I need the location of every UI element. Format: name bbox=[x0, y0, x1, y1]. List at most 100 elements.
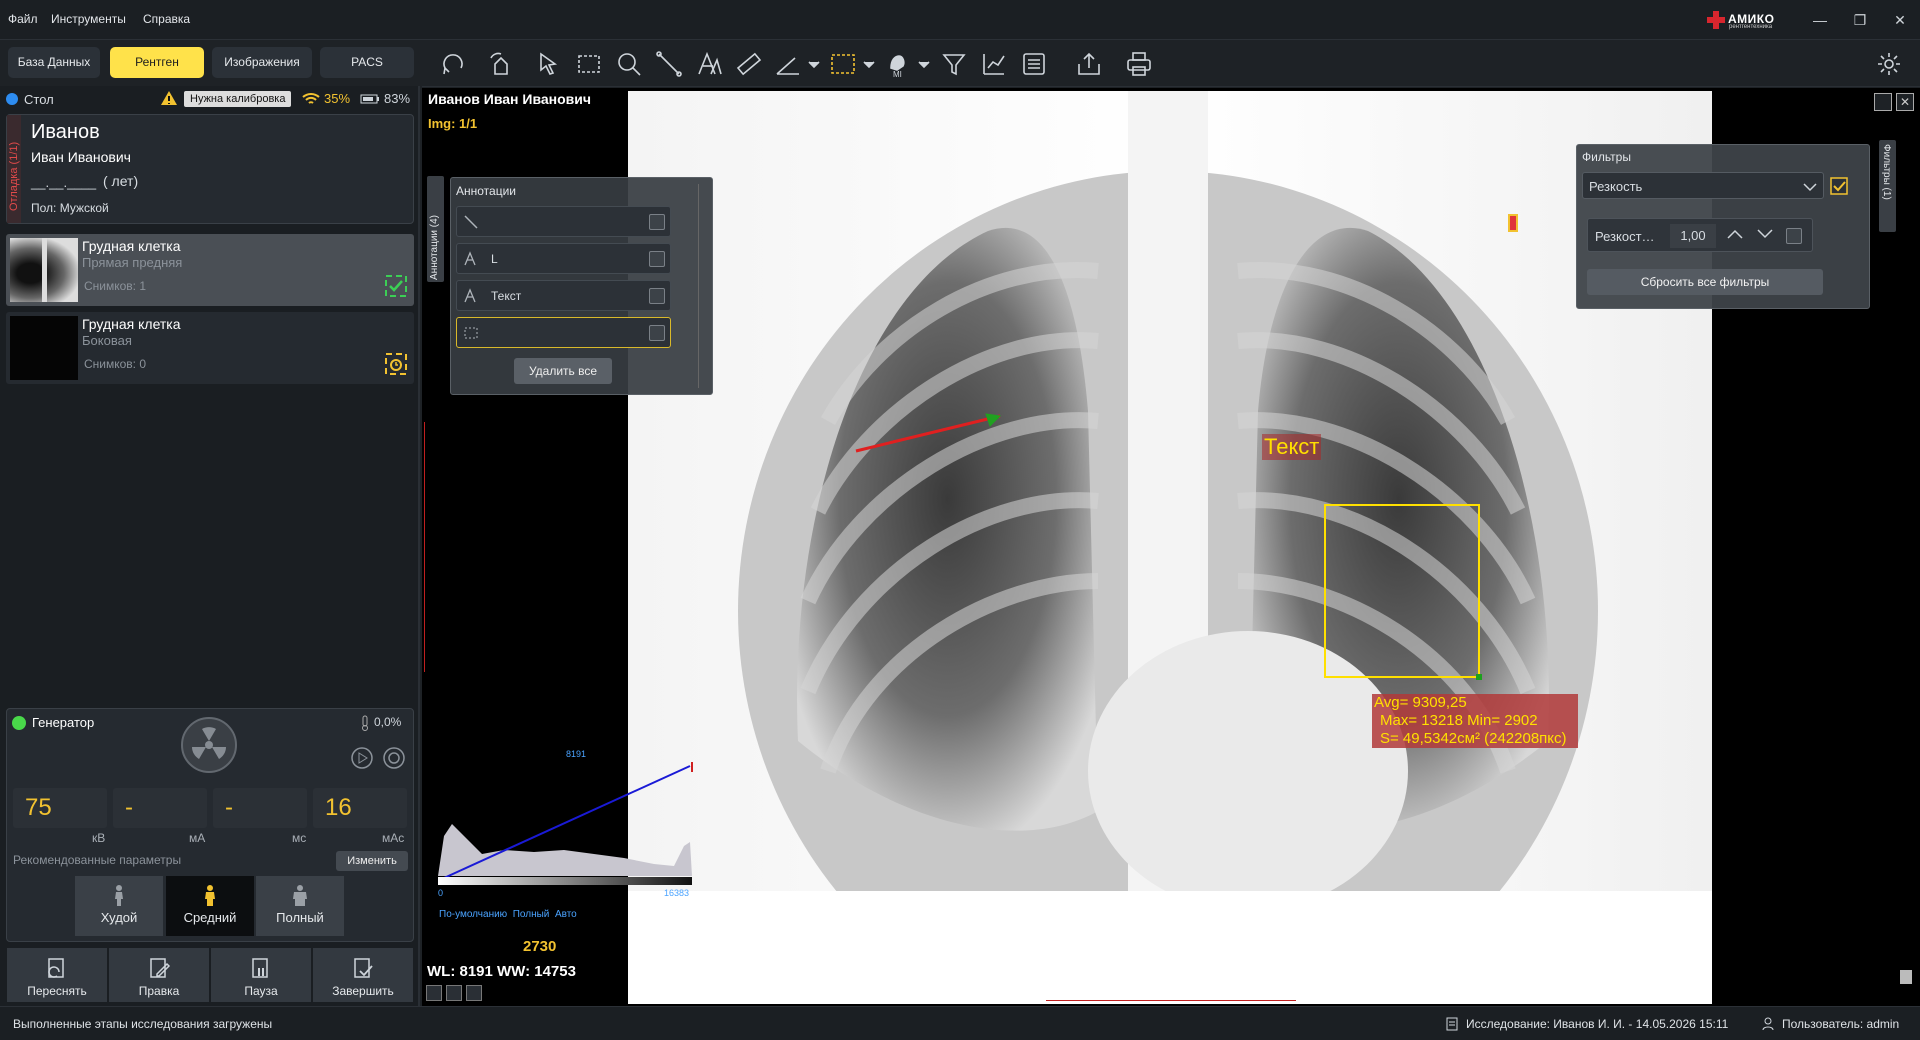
layout-single-icon[interactable] bbox=[1874, 93, 1892, 111]
filter-selected: Резкость bbox=[1589, 179, 1643, 194]
report-icon[interactable] bbox=[1017, 47, 1051, 81]
flip-icon[interactable] bbox=[484, 47, 518, 81]
viewer-image-index: Img: 1/1 bbox=[428, 116, 478, 131]
scale-ruler-left bbox=[424, 422, 427, 672]
histogram-modes[interactable]: По-умолчанию Полный Авто bbox=[439, 909, 577, 920]
filters-side-tab[interactable]: Фильтры (1) bbox=[1879, 140, 1896, 232]
layout-close-icon[interactable]: ✕ bbox=[1896, 93, 1914, 111]
histogram-cursor-value: 2730 bbox=[523, 938, 557, 955]
retake-button[interactable]: Переснять bbox=[7, 948, 107, 1002]
ms-field[interactable]: - bbox=[213, 788, 307, 828]
patient-card[interactable]: Отладка (1/1) Иванов Иван Иванович __.__… bbox=[6, 114, 414, 224]
histogram-max-value: 16383 bbox=[664, 888, 690, 898]
filter-select[interactable]: Резкость bbox=[1582, 172, 1824, 199]
remove-annotation-icon[interactable] bbox=[649, 288, 665, 304]
marker-mi-icon[interactable]: MI bbox=[882, 47, 932, 81]
text-annotation-icon[interactable] bbox=[692, 47, 726, 81]
body-type-thin-button[interactable]: Худой bbox=[75, 876, 163, 936]
document-icon bbox=[1446, 1017, 1458, 1031]
tab-database[interactable]: База Данных bbox=[8, 47, 100, 78]
restore-icon[interactable]: ❐ bbox=[1850, 10, 1870, 30]
finish-button[interactable]: Завершить bbox=[313, 948, 413, 1002]
xray-image[interactable] bbox=[628, 91, 1712, 1004]
exposure-spin-icon[interactable] bbox=[382, 746, 406, 770]
annotation-row-roi[interactable] bbox=[456, 317, 671, 348]
filter-value-input[interactable]: 1,00 bbox=[1670, 224, 1716, 248]
title-bar: Файл Инструменты Справка АМИКО рентгенте… bbox=[0, 0, 1920, 40]
annotation-row-text[interactable]: Текст bbox=[456, 280, 671, 311]
study-item-lateral[interactable]: Грудная клетка Боковая Снимков: 0 bbox=[6, 312, 414, 384]
patient-dob: __.__.____ bbox=[31, 175, 97, 190]
angle-tool-icon[interactable] bbox=[772, 47, 822, 81]
curve-tool-icon[interactable] bbox=[977, 47, 1011, 81]
arrow-annotation[interactable] bbox=[850, 404, 1022, 456]
menu-help[interactable]: Справка bbox=[143, 12, 190, 26]
remove-annotation-icon[interactable] bbox=[649, 251, 665, 267]
device-status-dot bbox=[6, 93, 18, 105]
chevron-up-icon[interactable] bbox=[1726, 227, 1744, 241]
delete-all-annotations-button[interactable]: Удалить все bbox=[514, 358, 612, 384]
rect-select-icon[interactable] bbox=[572, 47, 606, 81]
debug-tab-label: Отладка (1/1) bbox=[8, 141, 20, 211]
pause-button[interactable]: Пауза bbox=[211, 948, 311, 1002]
histogram-chart[interactable] bbox=[434, 746, 696, 902]
text-annotation[interactable]: Текст bbox=[1262, 434, 1322, 460]
zoom-icon[interactable] bbox=[612, 47, 646, 81]
minimize-icon[interactable]: — bbox=[1810, 10, 1830, 30]
study-item-frontal[interactable]: Грудная клетка Прямая предняя Снимков: 1 bbox=[6, 234, 414, 306]
roi-stats-label: Avg= 9309,25 Max= 13218 Min= 2902 S= 49,… bbox=[1372, 694, 1578, 748]
menu-file[interactable]: Файл bbox=[8, 12, 38, 26]
annotation-row-label: L bbox=[491, 252, 498, 266]
view-mode-1-icon[interactable] bbox=[426, 985, 442, 1001]
remove-annotation-icon[interactable] bbox=[649, 325, 665, 341]
ma-field[interactable]: - bbox=[113, 788, 207, 828]
filter-enabled-checkbox[interactable] bbox=[1830, 177, 1848, 195]
tab-pacs[interactable]: PACS bbox=[320, 47, 414, 78]
side-marker-L[interactable] bbox=[1508, 214, 1518, 232]
tab-xray[interactable]: Рентген bbox=[110, 47, 204, 78]
chevron-down-icon[interactable] bbox=[1756, 227, 1774, 241]
calibration-badge[interactable]: Нужна калибровка bbox=[184, 91, 292, 107]
close-icon[interactable]: ✕ bbox=[1890, 10, 1910, 30]
body-type-heavy-button[interactable]: Полный bbox=[256, 876, 344, 936]
annotations-scrollbar[interactable] bbox=[698, 184, 708, 388]
edit-button[interactable]: Правка bbox=[109, 948, 209, 1002]
roi-rectangle[interactable] bbox=[1324, 504, 1480, 678]
debug-vertical-tab[interactable]: Отладка (1/1) bbox=[7, 115, 21, 223]
filter-icon[interactable] bbox=[937, 47, 971, 81]
change-params-button[interactable]: Изменить bbox=[336, 851, 408, 871]
body-type-label: Худой bbox=[100, 910, 138, 925]
export-icon[interactable] bbox=[1072, 47, 1106, 81]
kv-field[interactable]: 75 bbox=[13, 788, 107, 828]
mas-field[interactable]: 16 bbox=[313, 788, 407, 828]
wifi-icon bbox=[302, 93, 320, 104]
ms-value: - bbox=[225, 794, 233, 821]
measure-tape-icon[interactable] bbox=[732, 47, 766, 81]
remove-filter-icon[interactable] bbox=[1786, 228, 1802, 244]
annotation-row-line[interactable] bbox=[456, 206, 671, 237]
histogram-widget[interactable]: 8191 0 16383 bbox=[434, 746, 696, 902]
play-exposure-icon[interactable] bbox=[350, 746, 374, 770]
view-mode-3-icon[interactable] bbox=[466, 985, 482, 1001]
radiation-icon[interactable] bbox=[180, 716, 238, 774]
tab-images[interactable]: Изображения bbox=[212, 47, 312, 78]
annotations-side-tab[interactable]: Аннотации (4) bbox=[427, 176, 444, 282]
body-type-medium-button[interactable]: Средний bbox=[166, 876, 254, 936]
menu-tools[interactable]: Инструменты bbox=[51, 12, 126, 26]
finish-icon bbox=[354, 958, 373, 978]
rotate-icon[interactable] bbox=[436, 47, 470, 81]
view-mode-2-icon[interactable] bbox=[446, 985, 462, 1001]
viewer-scrollbar-thumb[interactable] bbox=[1900, 970, 1912, 984]
settings-gear-icon[interactable] bbox=[1872, 47, 1906, 81]
reset-filters-button[interactable]: Сбросить все фильтры bbox=[1587, 269, 1823, 295]
text-annotation-icon bbox=[464, 251, 476, 266]
histogram-min-value: 0 bbox=[438, 888, 444, 898]
roi-handle[interactable] bbox=[1476, 674, 1482, 680]
ruler-line-icon[interactable] bbox=[652, 47, 686, 81]
remove-annotation-icon[interactable] bbox=[649, 214, 665, 230]
roi-tool-icon[interactable] bbox=[827, 47, 877, 81]
select-cursor-icon[interactable] bbox=[532, 47, 566, 81]
print-icon[interactable] bbox=[1122, 47, 1156, 81]
recommended-params-label: Рекомендованные параметры bbox=[13, 853, 182, 867]
annotation-row-label-L[interactable]: L bbox=[456, 243, 671, 274]
